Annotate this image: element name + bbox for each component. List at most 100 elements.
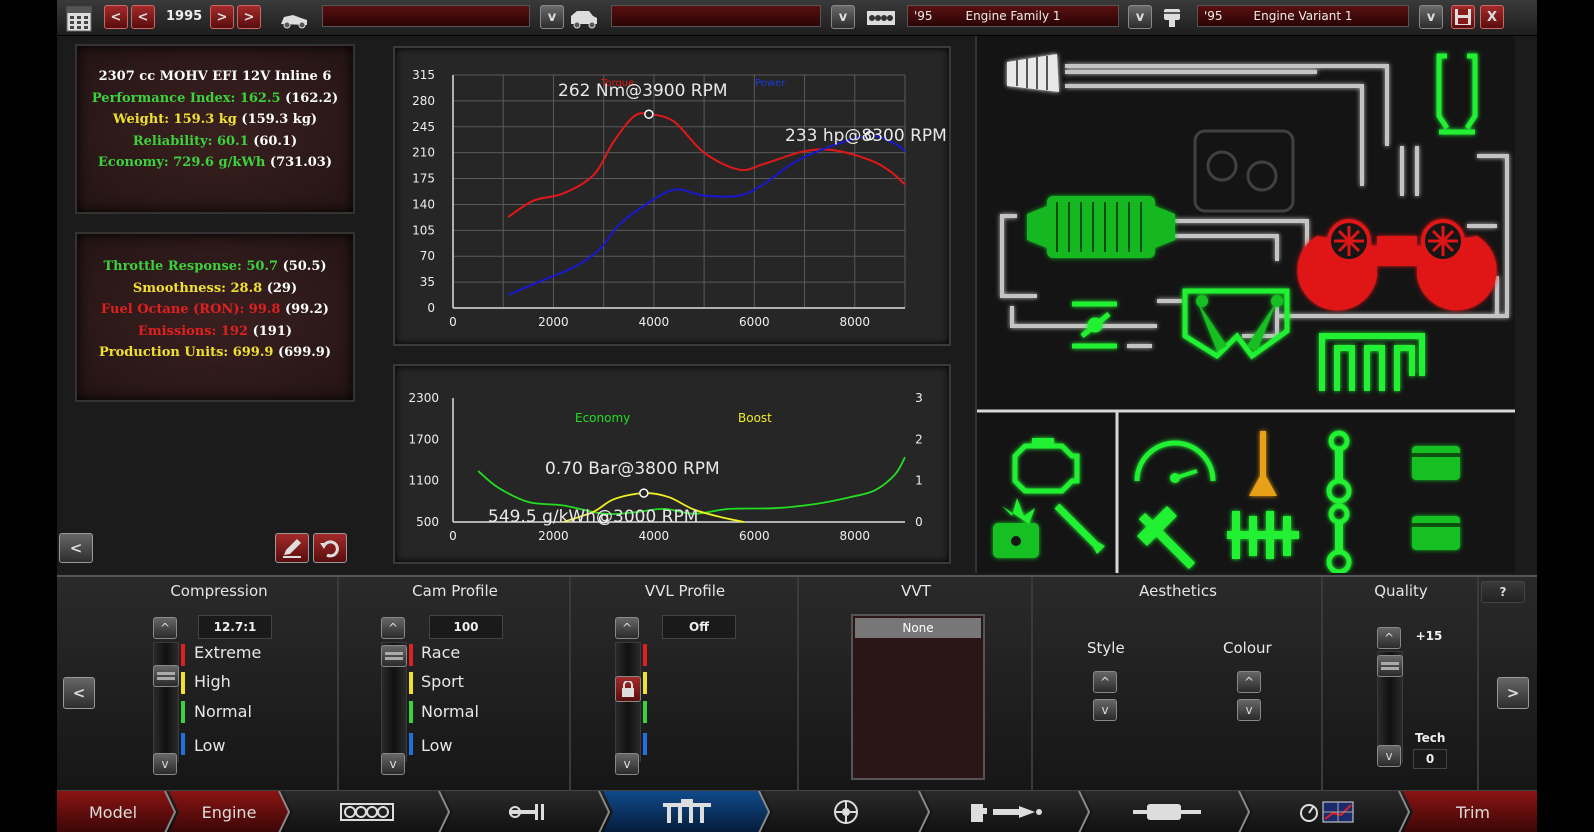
nav-tab-induction[interactable] [609, 791, 765, 832]
nav-tab-model[interactable]: Model [57, 791, 169, 832]
level-bar-low [181, 733, 185, 755]
bottom-stat-4: Production Units: 699.9 (699.9) [77, 342, 353, 364]
y-left-tick-label: 1100 [408, 474, 439, 488]
y-right-tick-label: 3 [915, 391, 923, 405]
fuel-system-nav-icon [971, 804, 1042, 822]
compression-title: Compression [170, 582, 268, 600]
nav-tab-bottom-end[interactable] [289, 791, 445, 832]
x-tick-label: 0 [449, 315, 457, 329]
stat-label: Economy: 729.6 g/kWh [98, 155, 266, 170]
stats-panel-secondary: Throttle Response: 50.7 (50.5) Smoothness… [75, 232, 355, 402]
cam-level-normal: Normal [421, 702, 479, 721]
vvt-option-list[interactable]: None [851, 614, 985, 780]
quality-section: Quality ^ +15 v Tech 0 [1325, 577, 1479, 792]
compression-level-normal: Normal [194, 702, 252, 721]
bottom-stat-1: Smoothness: 28.8 (29) [77, 278, 353, 300]
stat-label: Production Units: 699.9 [99, 345, 274, 360]
save-icon [1455, 9, 1471, 25]
quality-slider-handle[interactable] [1377, 655, 1403, 677]
cam-profile-title: Cam Profile [412, 582, 498, 600]
vvt-title: VVT [901, 582, 931, 600]
style-up-button[interactable]: ^ [1093, 671, 1117, 693]
cam-level-sport: Sport [421, 672, 464, 691]
nav-tab-engine[interactable]: Engine [173, 791, 285, 832]
nav-tab-testing[interactable] [1249, 791, 1405, 832]
stat-label: Fuel Octane (RON): 99.8 [101, 302, 281, 317]
camshaft-nav-icon [509, 804, 544, 820]
vvl-down-button[interactable]: v [615, 753, 639, 775]
engine-block-nav-icon [340, 803, 394, 821]
tuning-next-button[interactable]: > [1497, 677, 1529, 709]
compression-section: Compression ^ 12.7:1 v Extreme High Norm… [101, 577, 339, 792]
x-tick-label: 6000 [739, 315, 770, 329]
engine-family-select[interactable]: '95 Engine Family 1 [907, 5, 1119, 27]
bottom-stat-0: Throttle Response: 50.7 (50.5) [77, 256, 353, 278]
model-select[interactable] [322, 5, 530, 27]
top-stat-0: Performance Index: 162.5 (162.2) [77, 88, 353, 110]
engine-variant-select[interactable]: '95 Engine Variant 1 [1197, 5, 1409, 27]
bottom-stat-2: Fuel Octane (RON): 99.8 (99.2) [77, 299, 353, 321]
undo-icon [320, 540, 339, 558]
help-button[interactable]: ? [1481, 581, 1525, 603]
cam-down-button[interactable]: v [381, 753, 405, 775]
edit-engine-button[interactable] [275, 533, 309, 563]
year-next-button[interactable]: > [210, 5, 234, 29]
level-bar-race [409, 644, 413, 666]
model-dropdown-button[interactable]: v [540, 5, 564, 29]
colour-up-button[interactable]: ^ [1237, 671, 1261, 693]
stat-label: Weight: 159.3 kg [112, 112, 237, 127]
year-next-fast-button[interactable]: > [237, 5, 261, 29]
nav-tab-fuel[interactable] [929, 791, 1085, 832]
vvl-profile-title: VVL Profile [644, 582, 726, 600]
tuning-prev-button[interactable]: < [63, 677, 95, 709]
x-tick-label: 2000 [538, 529, 569, 543]
undo-button[interactable] [313, 533, 347, 563]
nav-tab-trim[interactable]: Trim [1409, 791, 1537, 832]
year-prev-button[interactable]: < [131, 5, 155, 29]
economy-boost-chart: 500 1100 1700 2300 0 1 2 3 0 2000 4000 6000 8000 Econ… [393, 364, 951, 564]
torque-power-plot: 0 35 70 105 140 175 210 245 280 315 0 2000 4000 6000 8… [412, 68, 947, 329]
legend-economy: Economy [575, 411, 630, 425]
close-button[interactable]: X [1480, 5, 1504, 29]
stat-label: Reliability: 60.1 [132, 133, 249, 149]
y-right-tick-label: 1 [915, 474, 923, 488]
trim-icon [571, 11, 597, 29]
save-button[interactable] [1451, 5, 1475, 29]
compression-up-button[interactable]: ^ [153, 617, 177, 639]
vvl-up-button[interactable]: ^ [615, 617, 639, 639]
calendar-icon[interactable] [66, 4, 92, 32]
level-bar-3 [643, 701, 647, 723]
nav-tab-exhaust[interactable] [1089, 791, 1245, 832]
cam-level-race: Race [421, 643, 461, 662]
vvt-option-selected[interactable]: None [855, 618, 981, 638]
top-stat-1: Weight: 159.3 kg (159.3 kg) [77, 109, 353, 131]
quality-down-button[interactable]: v [1377, 745, 1401, 767]
stat-previous-value: (50.5) [282, 259, 327, 274]
intercooler-icon[interactable] [1027, 196, 1175, 258]
year-prev-fast-button[interactable]: < [104, 5, 128, 29]
level-bar-1 [643, 644, 647, 666]
trim-select[interactable] [611, 5, 821, 27]
stat-previous-value: (191) [252, 323, 293, 339]
stat-label: Smoothness: 28.8 [132, 280, 263, 296]
quality-up-button[interactable]: ^ [1377, 627, 1401, 649]
cam-slider-handle[interactable] [381, 645, 407, 667]
economy-boost-plot: 500 1100 1700 2300 0 1 2 3 0 2000 4000 6000 8000 Econ… [408, 391, 923, 543]
boost-peak-marker [639, 488, 649, 498]
compression-slider[interactable] [153, 642, 179, 762]
trim-dropdown-button[interactable]: v [831, 5, 855, 29]
colour-down-button[interactable]: v [1237, 699, 1261, 721]
style-down-button[interactable]: v [1093, 699, 1117, 721]
level-bar-2 [643, 672, 647, 694]
engine-variant-dropdown-button[interactable]: v [1419, 5, 1443, 29]
compression-slider-handle[interactable] [153, 665, 179, 687]
engine-family-dropdown-button[interactable]: v [1128, 5, 1152, 29]
nav-tab-top-end[interactable] [449, 791, 605, 832]
cam-up-button[interactable]: ^ [381, 617, 405, 639]
compression-level-extreme: Extreme [194, 643, 262, 662]
stat-previous-value: (60.1) [253, 133, 298, 149]
series-line-power [507, 134, 906, 296]
back-button[interactable]: < [59, 533, 93, 563]
compression-down-button[interactable]: v [153, 753, 177, 775]
nav-tab-turbo[interactable] [769, 791, 925, 832]
